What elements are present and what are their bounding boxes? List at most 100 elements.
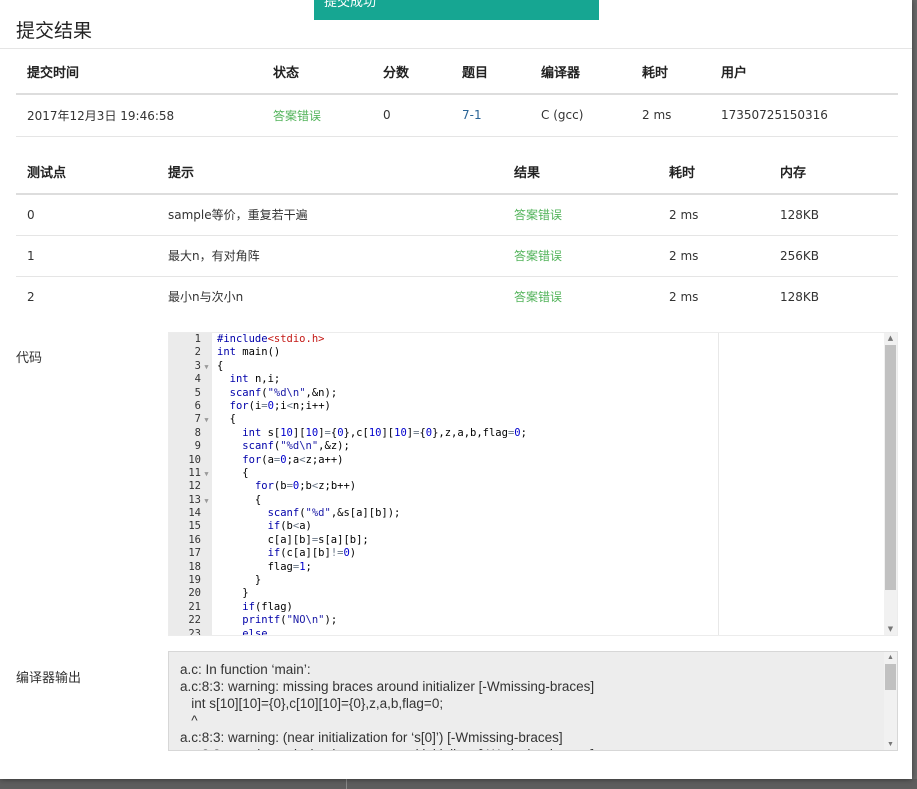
output-line: a.c:8:3: warning: missing braces around … — [180, 679, 595, 694]
code-scrollbar[interactable]: ▲ ▼ — [884, 333, 897, 635]
compiler-value: C (gcc) — [530, 94, 631, 137]
code-line: 22 printf("NO\n"); — [169, 614, 337, 627]
code-line: 6 for(i=0;i<n;i++) — [169, 399, 331, 413]
scrollbar-thumb[interactable] — [885, 664, 896, 690]
toast-text: 提交成功 — [324, 0, 377, 10]
code-text: } — [217, 587, 249, 600]
testcase-id: 1 — [16, 235, 157, 277]
fold-arrow-icon[interactable]: ▼ — [201, 468, 212, 481]
code-text: for(b=0;b<z;b++) — [254, 480, 357, 493]
code-line: 23 else — [169, 628, 267, 635]
table-header-row: 提交时间 状态 分数 题目 编译器 耗时 用户 — [16, 49, 898, 95]
print-margin — [718, 333, 719, 635]
fold-arrow-icon[interactable]: ▼ — [201, 414, 212, 427]
line-number: 4 — [194, 373, 201, 386]
line-number: 12 — [188, 480, 201, 493]
header-testcase: 测试点 — [16, 150, 157, 195]
line-number: 15 — [188, 520, 201, 533]
header-memory: 内存 — [769, 150, 898, 195]
line-number: 3 — [194, 359, 201, 372]
fold-arrow-icon[interactable]: ▼ — [201, 495, 212, 508]
output-line: a.c: In function ‘main’: — [180, 662, 311, 677]
scroll-up-icon[interactable]: ▲ — [884, 333, 897, 344]
line-number: 9 — [194, 440, 201, 453]
header-submit-time: 提交时间 — [16, 49, 262, 95]
testcase-time: 2 ms — [669, 289, 699, 304]
code-line: 8 int s[10][10]={0},c[10][10]={0},z,a,b,… — [169, 426, 527, 440]
code-line: 18 flag=1; — [169, 560, 312, 574]
success-toast: 提交成功 — [314, 0, 599, 20]
code-line: 12 for(b=0;b<z;b++) — [169, 480, 356, 493]
line-number: 21 — [188, 600, 201, 613]
code-text: { — [217, 466, 249, 479]
code-text: scanf("%d\n",&n); — [229, 386, 338, 399]
code-lines: 1 #include<stdio.h> 2 int main() 3 ▼{4 int n,… — [169, 333, 527, 635]
line-number: 5 — [194, 386, 201, 399]
code-text: printf("NO\n"); — [242, 614, 338, 627]
testcase-id: 0 — [16, 194, 157, 236]
code-editor[interactable]: 1 #include<stdio.h> 2 int main() 3 ▼{4 int n,… — [168, 332, 898, 636]
scroll-down-icon[interactable]: ▼ — [884, 624, 897, 635]
code-text: if(b<a) — [267, 520, 312, 533]
status-badge: 答案错误 — [262, 94, 372, 137]
code-line: 19 } — [169, 574, 261, 587]
line-number: 13 — [188, 493, 201, 506]
line-number: 6 — [194, 399, 201, 412]
code-line: 1 #include<stdio.h> — [169, 333, 325, 346]
page-background — [0, 779, 917, 789]
code-text: if(flag) — [242, 600, 293, 613]
code-line: 5 scanf("%d\n",&n); — [169, 386, 337, 400]
code-text: flag=1; — [217, 560, 312, 573]
table-row: 2 最小n与次小n 答案错误 2 ms 128KB — [16, 276, 898, 317]
code-line: 11 ▼ { — [169, 467, 248, 481]
submit-time: 2017年12月3日 19:46:58 — [16, 94, 262, 137]
testcase-time: 2 ms — [658, 194, 769, 236]
output-line: a.c:8:3: warning: (near initialization f… — [180, 730, 563, 745]
output-scrollbar[interactable]: ▲ ▼ — [884, 652, 897, 750]
header-hint: 提示 — [157, 150, 503, 195]
code-text: for(a=0;a<z;a++) — [242, 453, 344, 466]
line-number: 22 — [188, 614, 201, 627]
code-line: 9 scanf("%d\n",&z); — [169, 440, 350, 453]
compiler-output-label: 编译器输出 — [16, 671, 82, 686]
code-line: 13 ▼ { — [169, 493, 261, 508]
code-text: int main() — [217, 346, 281, 359]
table-row: 0 sample等价，重复若干遍 答案错误 2 ms 128KB — [16, 194, 898, 236]
output-line: ^ — [180, 713, 198, 728]
testcase-id: 2 — [27, 289, 35, 304]
code-label: 代码 — [16, 351, 43, 366]
code-text: int s[10][10]={0},c[10][10]={0},z,a,b,fl… — [242, 426, 527, 439]
testcase-memory: 128KB — [780, 289, 820, 304]
problem-link[interactable]: 7-1 — [451, 94, 530, 137]
header-status: 状态 — [262, 49, 372, 95]
line-number: 8 — [194, 426, 201, 439]
testcase-result: 答案错误 — [503, 194, 658, 236]
fold-arrow-icon[interactable]: ▼ — [201, 361, 212, 374]
line-number: 20 — [188, 587, 201, 600]
code-text: else — [242, 627, 268, 636]
compiler-output-box[interactable]: a.c: In function ‘main’: a.c:8:3: warning… — [168, 651, 898, 751]
code-line: 10 for(a=0;a<z;a++) — [169, 453, 343, 467]
header-user: 用户 — [710, 49, 898, 95]
score-value: 0 — [372, 94, 451, 137]
output-line: int s[10][10]={0},c[10][10]={0},z,a,b,fl… — [180, 696, 444, 711]
submission-summary-table: 提交时间 状态 分数 题目 编译器 耗时 用户 2017年12月3日 19:46… — [16, 49, 898, 137]
code-line: 7 ▼ { — [169, 413, 236, 427]
testcase-hint: sample等价，重复若干遍 — [157, 194, 503, 236]
background-divider — [346, 779, 347, 789]
code-line: 20 } — [169, 587, 248, 600]
user-value: 17350725150316 — [710, 94, 898, 137]
table-header-row: 测试点 提示 结果 耗时 内存 — [16, 150, 898, 195]
code-line: 3 ▼ { — [169, 359, 224, 374]
scroll-down-icon[interactable]: ▼ — [884, 739, 897, 750]
code-text: scanf("%d\n",&z); — [242, 440, 350, 453]
line-number: 10 — [188, 453, 201, 466]
scrollbar-thumb[interactable] — [885, 345, 896, 590]
scroll-up-icon[interactable]: ▲ — [884, 652, 897, 663]
code-line: 15 if(b<a) — [169, 520, 312, 533]
code-text: for(i=0;i<n;i++) — [229, 399, 331, 412]
header-score: 分数 — [372, 49, 451, 95]
modal-title: 提交结果 — [16, 20, 93, 42]
header-result: 结果 — [503, 150, 658, 195]
line-number: 18 — [188, 560, 201, 573]
